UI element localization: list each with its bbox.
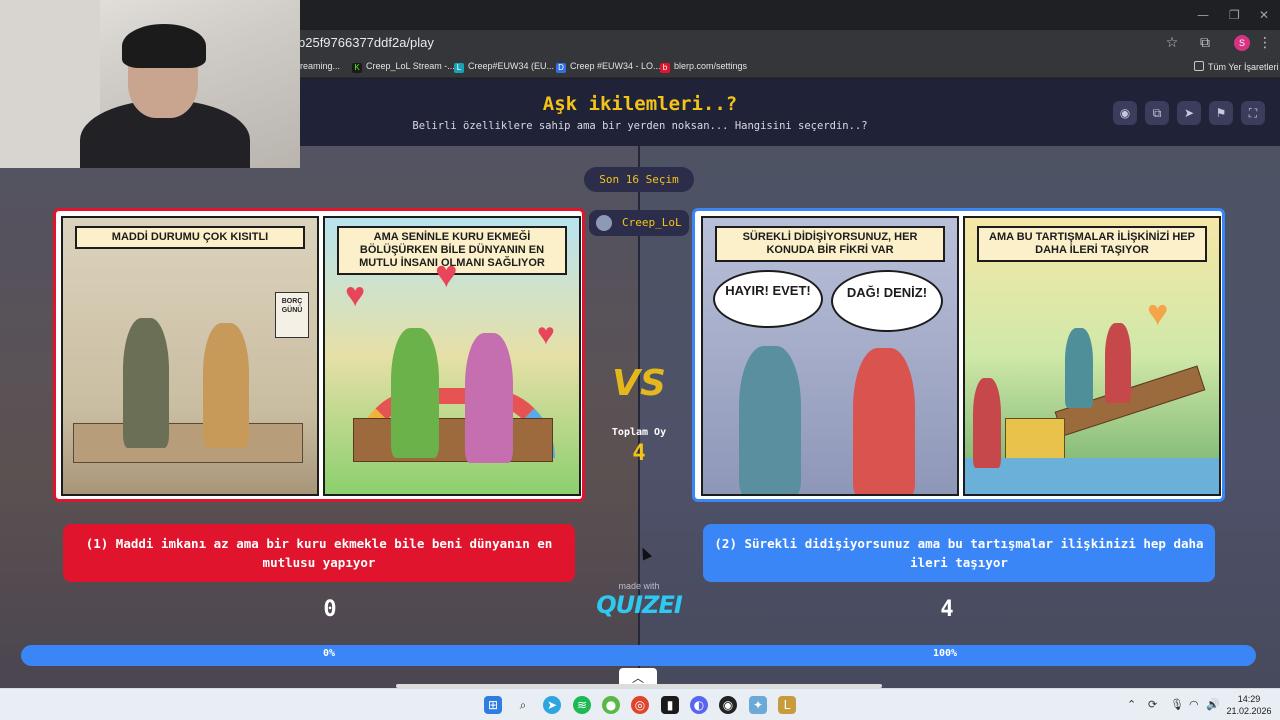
- comic-panel-bridge: AMA BU TARTIŞMALAR İLİŞKİNİZİ HEP DAHA İ…: [963, 216, 1221, 496]
- profile-avatar[interactable]: S: [1234, 35, 1250, 51]
- total-votes-label: Toplam Oy: [611, 427, 667, 438]
- game-icon[interactable]: ▮: [661, 696, 679, 714]
- quizei-logo[interactable]: QUIZEI: [589, 591, 689, 619]
- menu-icon[interactable]: ⋮: [1256, 34, 1274, 52]
- panel-caption: SÜREKLİ DİDİŞİYORSUNUZ, HER KONUDA BİR F…: [715, 226, 945, 262]
- calendar: BORÇ GÜNÜ: [275, 292, 309, 338]
- star-icon[interactable]: ☆: [1163, 34, 1181, 52]
- vote-count-left: 0: [323, 597, 337, 622]
- percent-left: 0%: [323, 648, 336, 659]
- vote-progress-bar: 0% 100%: [21, 645, 1256, 666]
- speech-bubble-right: DAĞ! DENİZ!: [831, 270, 943, 332]
- webcam-person-hair: [122, 24, 206, 68]
- fullscreen-icon[interactable]: ⛶: [1241, 101, 1265, 125]
- made-with-label: made with: [618, 581, 660, 591]
- woman-figure: [1105, 323, 1131, 403]
- bookmark-item[interactable]: K Creep_LoL Stream -...: [352, 61, 455, 73]
- man-figure: [1065, 328, 1093, 408]
- option-button-left[interactable]: (1) Maddi imkanı az ama bir kuru ekmekle…: [63, 524, 575, 582]
- comic-panel-happy: AMA SENİNLE KURU EKMEĞİ BÖLÜŞÜRKEN BİLE …: [323, 216, 581, 496]
- heart-icon: ♥: [345, 276, 366, 314]
- quiz-page: Aşk ikilemleri..? Belirli özelliklere sa…: [0, 79, 1280, 688]
- river: [965, 458, 1219, 494]
- all-bookmarks[interactable]: Tüm Yer İşaretleri: [1194, 61, 1279, 72]
- round-label: Son 16 Seçim: [584, 167, 694, 192]
- panel-caption: AMA BU TARTIŞMALAR İLİŞKİNİZİ HEP DAHA İ…: [977, 226, 1207, 262]
- speech-bubble-left: HAYIR! EVET!: [713, 270, 823, 328]
- chrome-icon[interactable]: ◎: [631, 696, 649, 714]
- comic-panel-arguing: SÜREKLİ DİDİŞİYORSUNUZ, HER KONUDA BİR F…: [701, 216, 959, 496]
- option-button-right[interactable]: (2) Sürekli didişiyorsunuz ama bu tartış…: [703, 524, 1215, 582]
- percent-right: 100%: [933, 648, 958, 659]
- chevron-up-icon[interactable]: ⌃: [1127, 698, 1136, 711]
- woman-figure: [973, 378, 1001, 468]
- man-figure: [739, 346, 801, 494]
- eye-icon[interactable]: ◉: [1113, 101, 1137, 125]
- send-icon[interactable]: ➤: [1177, 101, 1201, 125]
- webcam-overlay: [0, 0, 300, 168]
- wifi-icon[interactable]: ◠: [1189, 698, 1199, 711]
- lol-icon: L: [454, 63, 464, 73]
- discord-icon[interactable]: ◐: [690, 696, 708, 714]
- system-clock[interactable]: 14:29 21.02.2026: [1222, 693, 1276, 717]
- close-icon[interactable]: ✕: [1259, 8, 1269, 22]
- volume-icon[interactable]: 🔊: [1206, 698, 1220, 711]
- league-icon[interactable]: L: [778, 696, 796, 714]
- windows-taskbar: ⊞ ⌕ ➤ ≋ ● ◎ ▮ ◐ ◉ ✦ L ⌃ ⟳ 🎙 ◠ 🔊 14:29 21…: [0, 688, 1280, 720]
- player-badge: Creep_LoL: [589, 210, 689, 236]
- bookmark-item[interactable]: b blerp.com/settings: [660, 61, 747, 73]
- app-icon[interactable]: ✦: [749, 696, 767, 714]
- heart-icon: ♥: [537, 318, 555, 351]
- vs-logo: VS: [612, 363, 666, 404]
- man-figure: [391, 328, 439, 458]
- obs-icon[interactable]: ◉: [719, 696, 737, 714]
- avatar: [596, 215, 612, 231]
- minimize-icon[interactable]: —: [1197, 8, 1209, 22]
- woman-figure: [853, 348, 915, 494]
- heart-icon: ♥: [1147, 292, 1169, 333]
- option-card-left[interactable]: MADDİ DURUMU ÇOK KISITLI BORÇ GÜNÜ AMA S…: [53, 208, 585, 502]
- comic-panel-poor: MADDİ DURUMU ÇOK KISITLI BORÇ GÜNÜ: [61, 216, 319, 496]
- telegram-icon[interactable]: ➤: [543, 696, 561, 714]
- bookmark-item[interactable]: D Creep #EUW34 - LO...: [556, 61, 661, 73]
- bookmark-item[interactable]: L Creep#EUW34 (EU...: [454, 61, 554, 73]
- search-icon[interactable]: ⌕: [514, 696, 532, 714]
- d-icon: D: [556, 63, 566, 73]
- extensions-icon[interactable]: ⧉: [1196, 34, 1214, 52]
- vote-count-right: 4: [940, 597, 954, 622]
- bed: [73, 423, 303, 463]
- flag-icon[interactable]: ⚑: [1209, 101, 1233, 125]
- heart-icon: ♥: [435, 254, 458, 296]
- woman-figure: [203, 323, 249, 448]
- url-text[interactable]: b25f9766377ddf2a/play: [298, 35, 434, 50]
- blerp-icon: b: [660, 63, 670, 73]
- clock-date: 21.02.2026: [1226, 706, 1272, 716]
- player-name: Creep_LoL: [622, 216, 682, 229]
- woman-figure: [465, 333, 513, 463]
- network-icon[interactable]: ⟳: [1148, 698, 1157, 711]
- bench: [353, 418, 553, 462]
- man-figure: [123, 318, 169, 448]
- microphone-icon[interactable]: 🎙: [1170, 698, 1184, 711]
- bookmark-item[interactable]: reaming...: [300, 61, 340, 71]
- spotify-icon[interactable]: ≋: [573, 696, 591, 714]
- app-icon[interactable]: ●: [602, 696, 620, 714]
- copy-icon[interactable]: ⧉: [1145, 101, 1169, 125]
- clock-time: 14:29: [1237, 694, 1261, 704]
- option-card-right[interactable]: SÜREKLİ DİDİŞİYORSUNUZ, HER KONUDA BİR F…: [692, 208, 1225, 502]
- maximize-icon[interactable]: ❐: [1229, 8, 1240, 22]
- panel-caption: MADDİ DURUMU ÇOK KISITLI: [75, 226, 305, 249]
- folder-icon: [1194, 61, 1204, 71]
- kick-icon: K: [352, 63, 362, 73]
- total-votes-value: 4: [632, 441, 646, 466]
- windows-start-icon[interactable]: ⊞: [484, 696, 502, 714]
